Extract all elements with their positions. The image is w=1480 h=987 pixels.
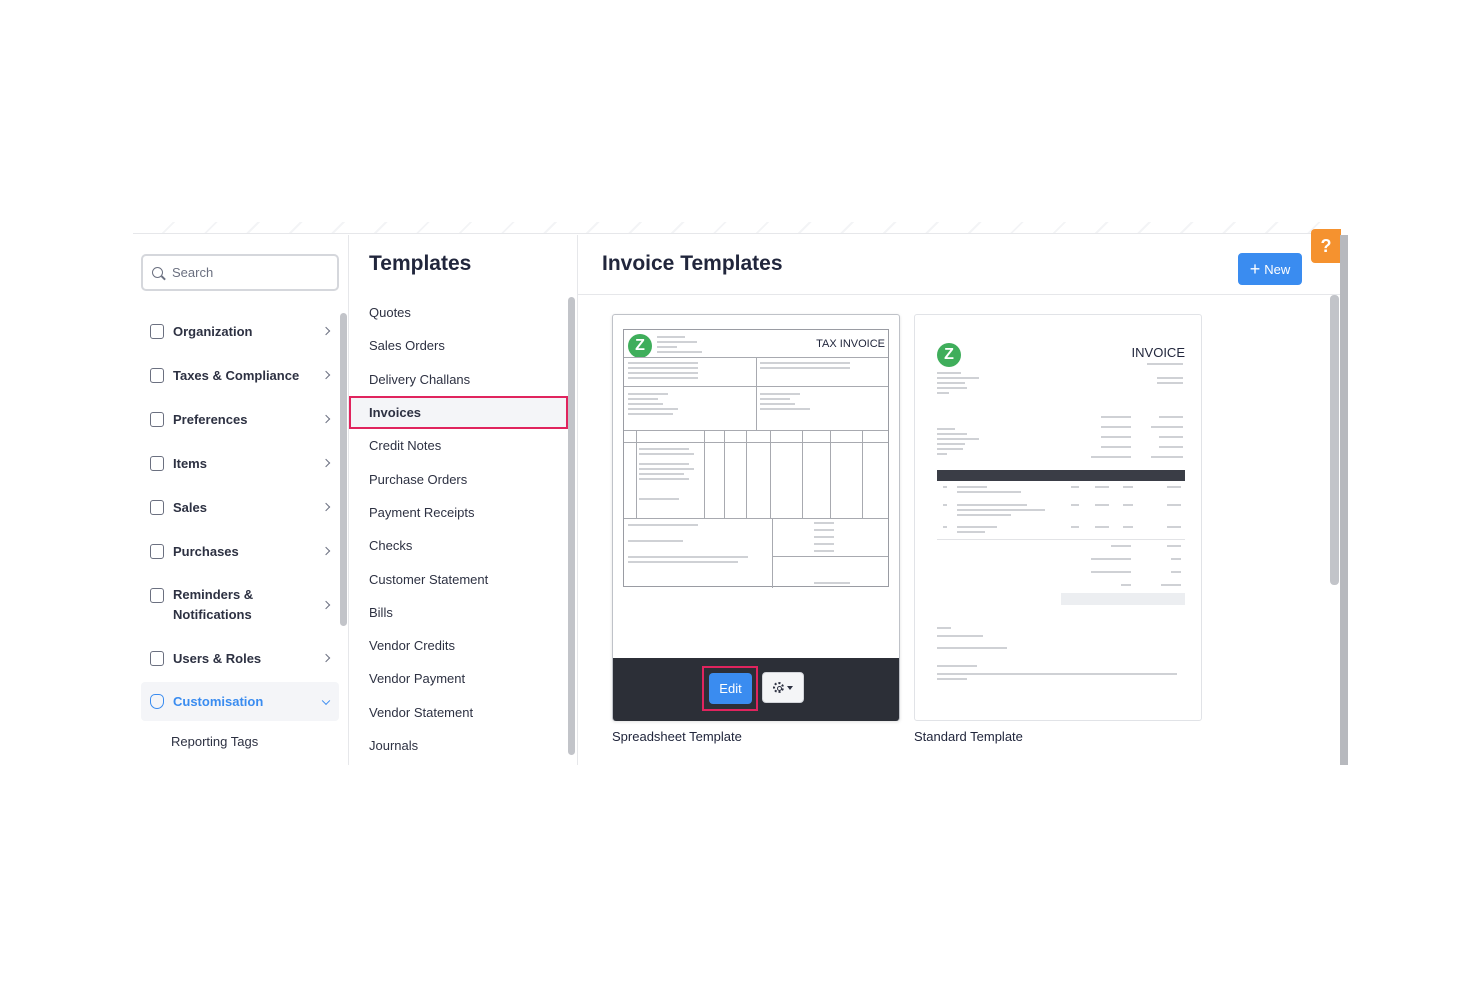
invoice-heading: TAX INVOICE	[816, 338, 885, 350]
new-template-button[interactable]: + New	[1238, 253, 1302, 285]
edit-template-button[interactable]: Edit	[709, 673, 752, 704]
shopping-bag-icon	[150, 543, 164, 559]
chevron-down-icon	[321, 696, 331, 705]
templates-list: Quotes Sales Orders Delivery Challans In…	[349, 296, 568, 762]
chevron-right-icon	[321, 600, 331, 609]
sidebar-item-customisation[interactable]: Customisation	[141, 682, 339, 721]
template-item-checks[interactable]: Checks	[349, 529, 568, 562]
plus-icon: +	[1249, 259, 1261, 279]
template-settings-dropdown[interactable]	[762, 672, 804, 703]
templates-scrollbar[interactable]	[568, 297, 575, 755]
sidebar-item-sales[interactable]: Sales	[141, 485, 339, 529]
template-item-journals[interactable]: Journals	[349, 729, 568, 762]
card-action-bar: Edit	[613, 658, 899, 721]
top-strip	[133, 222, 1328, 234]
basket-icon	[150, 455, 164, 471]
template-item-sales-orders[interactable]: Sales Orders	[349, 329, 568, 362]
sidebar-item-preferences[interactable]: Preferences	[141, 397, 339, 441]
sidebar-item-taxes[interactable]: Taxes & Compliance	[141, 353, 339, 397]
settings-nav: Organization Taxes & Compliance Preferen…	[141, 309, 339, 761]
app-window: ? Organization Taxes & Compliance Prefer…	[133, 222, 1348, 765]
template-item-customer-statement[interactable]: Customer Statement	[349, 562, 568, 595]
gear-icon	[773, 682, 784, 693]
templates-title: Templates	[369, 252, 472, 275]
template-item-quotes[interactable]: Quotes	[349, 296, 568, 329]
caret-down-icon	[787, 685, 793, 690]
main-scroll-track	[1340, 235, 1348, 765]
bell-icon	[150, 588, 164, 603]
sidebar-item-reminders[interactable]: Reminders & Notifications	[141, 573, 339, 636]
chevron-right-icon	[321, 653, 331, 663]
search-input[interactable]	[172, 265, 322, 280]
template-item-vendor-statement[interactable]: Vendor Statement	[349, 696, 568, 729]
settings-sidebar: Organization Taxes & Compliance Preferen…	[133, 235, 349, 765]
template-item-payment-receipts[interactable]: Payment Receipts	[349, 496, 568, 529]
template-name-standard: Standard Template	[914, 729, 1023, 744]
divider	[578, 294, 1348, 295]
chevron-right-icon	[321, 414, 331, 424]
template-item-vendor-payment[interactable]: Vendor Payment	[349, 662, 568, 695]
template-item-delivery-challans[interactable]: Delivery Challans	[349, 363, 568, 396]
chevron-right-icon	[321, 370, 331, 380]
company-logo: Z	[937, 343, 961, 367]
brush-icon	[150, 694, 164, 709]
preferences-icon	[150, 411, 164, 427]
chevron-right-icon	[321, 326, 331, 336]
invoice-heading: INVOICE	[1131, 345, 1185, 360]
invoice-templates-main: Invoice Templates + New Z TAX INVOICE Ed…	[578, 235, 1348, 765]
template-item-bills[interactable]: Bills	[349, 596, 568, 629]
chevron-right-icon	[321, 458, 331, 468]
template-item-credit-notes[interactable]: Credit Notes	[349, 429, 568, 462]
tax-document-icon	[150, 367, 164, 383]
users-icon	[150, 650, 164, 666]
template-name-spreadsheet: Spreadsheet Template	[612, 729, 742, 744]
search-box[interactable]	[141, 254, 339, 291]
company-logo: Z	[628, 334, 652, 358]
template-item-purchase-orders[interactable]: Purchase Orders	[349, 462, 568, 495]
page-title: Invoice Templates	[602, 252, 783, 275]
chevron-right-icon	[321, 546, 331, 556]
templates-panel: Templates Quotes Sales Orders Delivery C…	[349, 235, 578, 765]
search-icon	[152, 267, 163, 278]
sidebar-item-organization[interactable]: Organization	[141, 309, 339, 353]
template-card-standard[interactable]: Z INVOICE	[914, 314, 1202, 721]
sidebar-scrollbar[interactable]	[340, 313, 347, 626]
edit-highlight: Edit	[702, 666, 758, 711]
template-item-invoices[interactable]: Invoices	[349, 395, 568, 430]
template-card-spreadsheet[interactable]: Z TAX INVOICE Edit	[612, 314, 900, 721]
sidebar-item-items[interactable]: Items	[141, 441, 339, 485]
building-icon	[150, 323, 164, 339]
cart-icon	[150, 499, 164, 515]
template-item-vendor-credits[interactable]: Vendor Credits	[349, 629, 568, 662]
main-scrollbar[interactable]	[1330, 295, 1339, 585]
sidebar-item-purchases[interactable]: Purchases	[141, 529, 339, 573]
template-preview-spreadsheet: Z TAX INVOICE	[623, 329, 889, 588]
chevron-right-icon	[321, 502, 331, 512]
sidebar-item-users-roles[interactable]: Users & Roles	[141, 636, 339, 680]
sidebar-subitem-reporting-tags[interactable]: Reporting Tags	[141, 721, 339, 761]
